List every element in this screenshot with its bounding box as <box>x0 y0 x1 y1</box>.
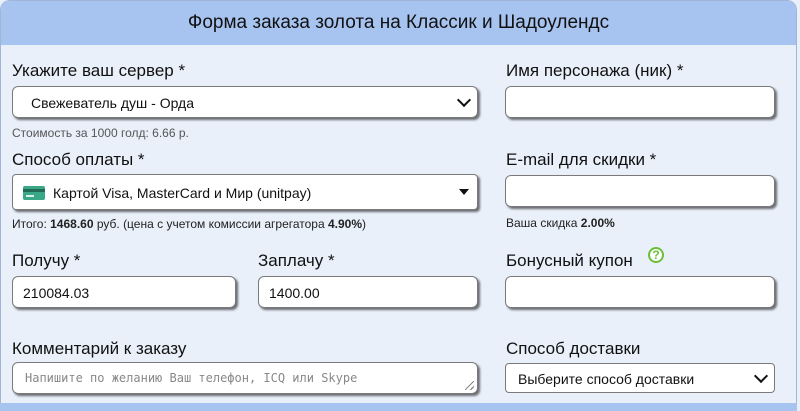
receive-value: 210084.03 <box>23 285 90 301</box>
receive-label: Получу * <box>12 251 81 270</box>
delivery-label: Способ доставки <box>506 339 641 358</box>
coupon-input[interactable] <box>505 276 775 308</box>
email-label: E-mail для скидки * <box>506 150 657 169</box>
total-value: 1468.60 <box>50 217 94 231</box>
payment-select-value: Картой Visa, MasterCard и Мир (unitpay) <box>53 185 312 201</box>
server-select[interactable]: Свежеватель душ - Орда <box>12 86 478 118</box>
comment-placeholder: Напишите по желанию Ваш телефон, ICQ или… <box>25 371 358 385</box>
pay-input[interactable]: 1400.00 <box>258 276 478 308</box>
comment-label: Комментарий к заказу <box>12 339 187 358</box>
character-label: Имя персонажа (ник) * <box>506 61 684 80</box>
credit-card-icon <box>23 186 45 200</box>
commission-value: 4.90% <box>327 217 363 231</box>
discount-value: 2.00% <box>580 216 615 230</box>
price-note: Стоимость за 1000 голд: 6.66 р. <box>12 126 189 140</box>
delivery-select[interactable]: Выберите способ доставки <box>505 363 775 393</box>
chevron-down-icon <box>753 368 769 384</box>
pay-label: Заплачу * <box>258 251 335 270</box>
bottom-border <box>0 403 797 411</box>
character-name-input[interactable] <box>505 86 775 118</box>
total-line: Итого: 1468.60 руб. (цена с учетом комис… <box>12 217 367 231</box>
delivery-select-value: Выберите способ доставки <box>518 371 695 387</box>
resize-grip-icon[interactable] <box>465 381 474 390</box>
discount-line: Ваша скидка 2.00% <box>506 216 615 230</box>
email-input[interactable] <box>505 175 775 207</box>
receive-input[interactable]: 210084.03 <box>12 276 236 308</box>
pay-value: 1400.00 <box>269 285 320 301</box>
payment-label: Способ оплаты * <box>12 150 145 169</box>
form-title: Форма заказа золота на Классик и Шадоуле… <box>1 1 796 45</box>
caret-down-icon <box>459 189 469 195</box>
server-label: Укажите ваш сервер * <box>12 61 186 80</box>
comment-textarea[interactable]: Напишите по желанию Ваш телефон, ICQ или… <box>12 362 478 394</box>
coupon-label: Бонусный купон <box>506 251 633 270</box>
form-title-text: Форма заказа золота на Классик и Шадоуле… <box>187 12 610 33</box>
server-select-value: Свежеватель душ - Орда <box>31 95 195 111</box>
chevron-down-icon <box>456 92 472 108</box>
payment-select[interactable]: Картой Visa, MasterCard и Мир (unitpay) <box>12 174 478 210</box>
help-icon[interactable]: ? <box>648 247 664 263</box>
